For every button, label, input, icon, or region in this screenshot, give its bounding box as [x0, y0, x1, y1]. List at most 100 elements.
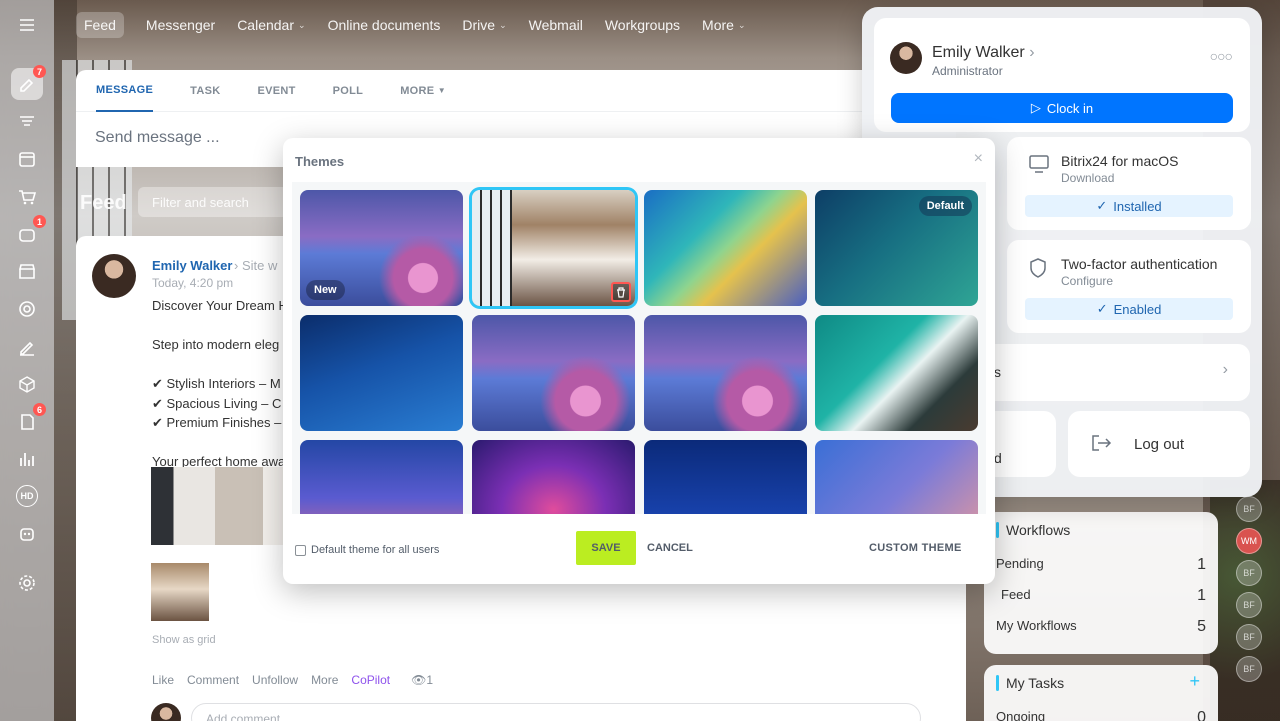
theme-tile[interactable] — [644, 315, 807, 431]
eye-icon: 👁 — [411, 673, 427, 687]
more-dots-icon[interactable]: ○○○ — [1210, 48, 1233, 64]
delete-theme-icon[interactable] — [611, 282, 631, 302]
tab-message[interactable]: MESSAGE — [96, 70, 154, 112]
two-factor-card[interactable]: Two-factor authentication Configure ✓ Ena… — [1007, 240, 1251, 333]
user-avatar[interactable]: BF — [1236, 656, 1262, 682]
comment-link[interactable]: Comment — [187, 673, 239, 687]
flowers-image — [363, 236, 463, 306]
user-avatar[interactable]: WM — [1236, 528, 1262, 554]
feed-rail-icon[interactable]: 7 — [11, 65, 46, 100]
theme-tile[interactable] — [300, 440, 463, 514]
menu-icon[interactable] — [11, 9, 43, 41]
nav-webmail[interactable]: Webmail — [529, 17, 583, 33]
logout-card[interactable]: Log out — [1068, 411, 1250, 477]
theme-tile[interactable]: Default — [815, 190, 978, 306]
box-rail-icon[interactable] — [11, 368, 43, 400]
copilot-link[interactable]: CoPilot — [351, 673, 390, 687]
nav-calendar-label: Calendar — [237, 17, 295, 33]
feed-heading: Feed — [80, 192, 127, 214]
app-subtitle[interactable]: Configure — [1061, 274, 1113, 288]
like-link[interactable]: Like — [152, 673, 174, 687]
post-thumbnail[interactable] — [151, 563, 209, 621]
user-avatar[interactable]: BF — [1236, 592, 1262, 618]
tasks-rail-icon[interactable]: 1 — [11, 215, 46, 250]
theme-tile-selected[interactable] — [472, 190, 635, 306]
workflow-row-my-workflows[interactable]: My Workflows 5 — [996, 618, 1206, 636]
theme-tile[interactable] — [815, 440, 978, 514]
theme-tile[interactable] — [472, 440, 635, 514]
post-author[interactable]: Emily Walker — [152, 258, 232, 273]
avatar[interactable] — [92, 254, 136, 298]
nav-more[interactable]: More ⌄ — [702, 17, 745, 33]
docs-rail-icon[interactable]: 6 — [11, 403, 46, 438]
dialog-title: Themes — [295, 154, 345, 169]
analytics-rail-icon[interactable] — [11, 443, 43, 475]
workflow-label: Pending — [996, 556, 1044, 571]
theme-tile[interactable] — [472, 315, 635, 431]
default-theme-checkbox[interactable]: Default theme for all users — [295, 544, 439, 556]
chevron-down-icon: ⌄ — [737, 19, 746, 30]
tasks-title[interactable]: My Tasks — [1006, 675, 1064, 691]
theme-tile[interactable] — [644, 190, 807, 306]
settings-rail-icon[interactable] — [11, 567, 43, 599]
flowers-image — [525, 356, 635, 431]
comment-input[interactable]: Add comment — [191, 703, 921, 721]
user-avatar[interactable]: BF — [1236, 624, 1262, 650]
user-avatar[interactable]: BF — [1236, 496, 1262, 522]
unfollow-link[interactable]: Unfollow — [252, 673, 298, 687]
more-link[interactable]: More — [311, 673, 338, 687]
theme-tile[interactable] — [300, 315, 463, 431]
nav-feed[interactable]: Feed — [76, 12, 124, 38]
tab-event[interactable]: EVENT — [257, 70, 295, 112]
helpdesk-label: HD — [16, 485, 38, 507]
cancel-button[interactable]: CANCEL — [647, 542, 693, 554]
nav-messenger[interactable]: Messenger — [146, 17, 215, 33]
post-line: ✔ Stylish Interiors – M — [152, 376, 281, 391]
app-subtitle[interactable]: Download — [1061, 171, 1114, 185]
post-body: Discover Your Dream H Step into modern e… — [152, 296, 287, 472]
nav-drive[interactable]: Drive ⌄ — [462, 17, 506, 33]
tasks-widget: My Tasks + Ongoing 0 — [984, 665, 1218, 721]
tab-more[interactable]: MORE ▼ — [400, 70, 446, 112]
avatar — [151, 703, 181, 721]
default-badge: Default — [918, 196, 972, 216]
workflows-title[interactable]: Workflows — [1006, 522, 1070, 538]
checkbox[interactable] — [295, 544, 306, 556]
workflow-row-pending[interactable]: Pending 1 — [996, 556, 1206, 574]
save-button[interactable]: SAVE — [576, 531, 636, 565]
nav-calendar[interactable]: Calendar ⌄ — [237, 17, 305, 33]
tab-poll[interactable]: POLL — [333, 70, 364, 112]
sign-rail-icon[interactable] — [11, 331, 43, 363]
theme-tile[interactable] — [644, 440, 807, 514]
user-avatar[interactable]: BF — [1236, 560, 1262, 586]
show-as-grid-link[interactable]: Show as grid — [152, 634, 216, 646]
nav-more-label: More — [702, 17, 734, 33]
profile-name[interactable]: Emily Walker › — [932, 44, 1035, 62]
filter-rail-icon[interactable] — [11, 106, 43, 138]
post-line: ✔ Premium Finishes – — [152, 415, 282, 430]
theme-tile[interactable]: New — [300, 190, 463, 306]
monitor-icon — [1029, 155, 1049, 178]
tab-task[interactable]: TASK — [190, 70, 220, 112]
robot-rail-icon[interactable] — [11, 518, 43, 550]
avatar[interactable] — [890, 42, 922, 74]
helpdesk-rail-icon[interactable]: HD — [11, 480, 43, 512]
views-counter: 👁1 — [411, 673, 433, 687]
filter-search-input[interactable]: Filter and search — [138, 187, 288, 217]
theme-tile[interactable] — [815, 315, 978, 431]
nav-online-documents[interactable]: Online documents — [328, 17, 441, 33]
custom-theme-button[interactable]: CUSTOM THEME — [869, 542, 962, 554]
add-task-icon[interactable]: + — [1189, 671, 1200, 692]
workflow-row-feed[interactable]: Feed 1 — [1001, 587, 1206, 605]
close-icon[interactable]: × — [974, 150, 983, 168]
nav-workgroups[interactable]: Workgroups — [605, 17, 680, 33]
task-row-ongoing[interactable]: Ongoing 0 — [996, 709, 1206, 721]
store-rail-icon[interactable] — [11, 255, 43, 287]
clock-in-button[interactable]: ▷ Clock in — [891, 93, 1233, 123]
themes-dialog: Themes × New Default Default theme for a… — [283, 138, 995, 584]
macos-app-card[interactable]: Bitrix24 for macOS Download ✓ Installed — [1007, 137, 1251, 230]
calendar-rail-icon[interactable] — [11, 143, 43, 175]
tab-more-label: MORE — [400, 84, 435, 97]
target-rail-icon[interactable] — [11, 293, 43, 325]
cart-rail-icon[interactable] — [11, 181, 43, 213]
